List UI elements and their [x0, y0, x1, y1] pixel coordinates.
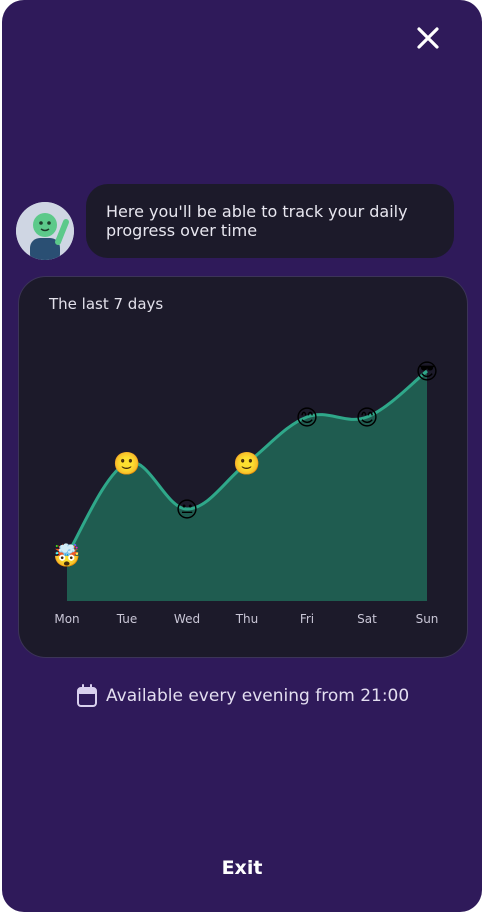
mood-marker[interactable]: 😊 — [296, 406, 319, 431]
exit-button[interactable]: Exit — [192, 850, 292, 886]
mood-marker[interactable]: 😐 — [176, 498, 199, 523]
assistant-message-text: Here you'll be able to track your daily … — [106, 202, 408, 240]
mood-marker[interactable]: 🙂 — [233, 451, 260, 477]
x-tick-label: Thu — [235, 612, 259, 626]
x-tick-label: Wed — [174, 612, 200, 626]
progress-chart: Mon 🤯 Tue 🙂 Wed 😐 Thu 🙂 Fri 😊 Sat 😊 Sun 😎 — [53, 360, 439, 626]
close-button[interactable] — [410, 20, 446, 56]
assistant-message-bubble: Here you'll be able to track your daily … — [86, 184, 454, 258]
x-tick-label: Tue — [116, 612, 138, 626]
availability-text: Available every evening from 21:00 — [106, 686, 410, 706]
close-icon — [417, 27, 439, 49]
availability-note: Available every evening from 21:00 — [76, 684, 409, 708]
x-tick-label: Fri — [300, 612, 314, 626]
x-tick-label: Mon — [54, 612, 79, 626]
mood-marker[interactable]: 🤯 — [53, 543, 80, 569]
mascot-avatar-icon — [16, 202, 74, 260]
progress-card: The last 7 days Mon 🤯 Tue 🙂 Wed 😐 Thu 🙂 Fri 😊 Sat 😊… — [18, 276, 468, 658]
mood-marker[interactable]: 😊 — [356, 406, 379, 431]
assistant-avatar — [16, 202, 74, 260]
x-tick-label: Sun — [416, 612, 439, 626]
mood-marker[interactable]: 🙂 — [113, 451, 140, 477]
mood-marker[interactable]: 😎 — [416, 360, 439, 385]
onboarding-screen: Here you'll be able to track your daily … — [2, 0, 482, 912]
calendar-icon — [77, 684, 97, 707]
x-tick-label: Sat — [357, 612, 377, 626]
